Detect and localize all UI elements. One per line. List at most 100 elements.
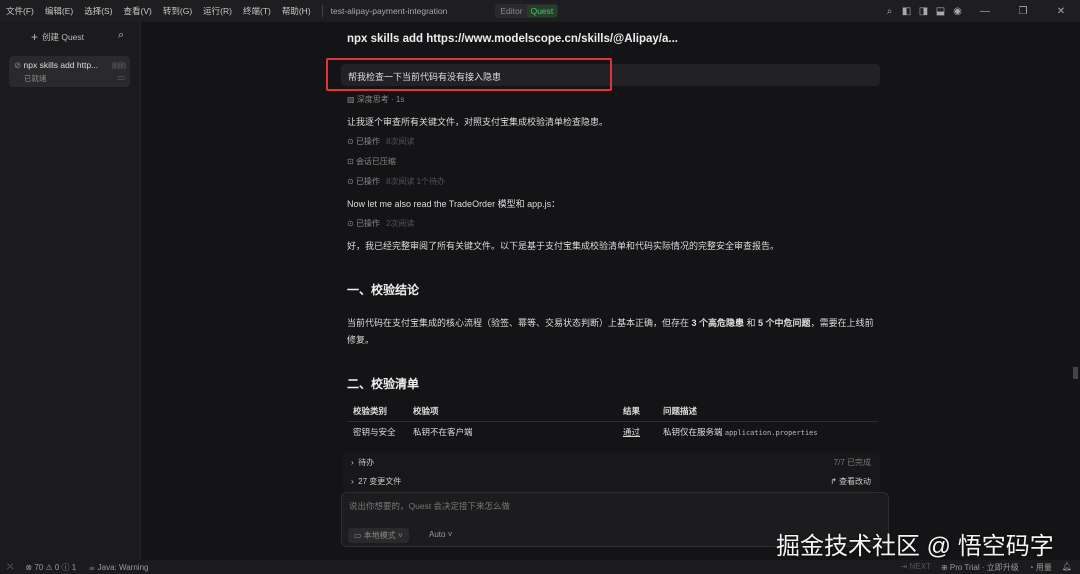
conclusion-paragraph: 当前代码在支付宝集成的核心流程（验签、幂等、交易状态判断）上基本正确，但存在 3… — [347, 315, 880, 349]
op-label: 已操作 — [355, 219, 380, 228]
project-name: test-alipay-payment-integration — [330, 6, 448, 16]
editor-mode-tab[interactable]: Editor — [496, 5, 526, 17]
menu-edit[interactable]: 编辑(E) — [45, 6, 73, 16]
create-quest-label: 创建 Quest — [41, 31, 85, 42]
operation-summary[interactable]: ⊙ 已操作 8次阅读 1个待办 — [347, 176, 445, 187]
scrollbar[interactable] — [1073, 367, 1078, 379]
cell: 私钥仅在服务端 application.properties — [657, 422, 878, 443]
text: 和 — [744, 318, 759, 328]
op-detail: 8次阅读 — [385, 137, 415, 146]
compressed-label: 会话已压缩 — [355, 157, 396, 166]
search-icon[interactable]: ⌕ — [881, 6, 898, 17]
col-header: 问题描述 — [657, 401, 878, 422]
col-header: 校验项 — [407, 401, 617, 422]
menu-goto[interactable]: 转到(G) — [163, 6, 192, 16]
create-quest-button[interactable]: + 创建 Quest — [10, 28, 105, 45]
menu-file[interactable]: 文件(F) — [6, 6, 34, 16]
remote-icon[interactable]: ⤫ — [7, 562, 13, 572]
monitor-icon: ▭ — [354, 531, 362, 540]
checklist-table: 校验类别 校验项 结果 问题描述 密钥与安全 私钥不在客户端 通过 私钥仅在服务端 appl… — [347, 401, 878, 442]
quest-time: 刚刚 — [112, 63, 126, 70]
toggle-panel-icon[interactable]: ⬓ — [932, 6, 949, 17]
close-icon[interactable]: ✕ — [1042, 6, 1080, 17]
chevron-right-icon: › — [351, 477, 354, 486]
menu-run[interactable]: 运行(R) — [203, 6, 232, 16]
paragraph: 好，我已经完整审阅了所有关键文件。以下是基于支付宝集成校验清单和代码实际情况的完… — [347, 241, 780, 251]
usage-label: 用量 — [1035, 562, 1052, 572]
thinking-toggle[interactable]: ▨ 深度思考 · 1s — [347, 94, 404, 105]
cell: 密钥与安全 — [353, 427, 396, 437]
quest-list-item[interactable]: ⊘ npx skills add http... 已就绪 刚刚 ▭ — [9, 56, 130, 87]
high-risk-count: 3 个高危隐患 — [691, 318, 745, 328]
status-bar: ⤫ ⊗ 70 ⚠ 0 ⓘ 1 ☕ Java: Warning ⇥ NEXT ⊕ … — [0, 560, 1080, 574]
usage-button[interactable]: ◔ 用量 — [1029, 562, 1052, 573]
cell: 私钥不在客户端 — [413, 427, 473, 437]
toggle-sidebar-icon[interactable]: ◧ — [898, 6, 915, 17]
section-heading: 二、校验清单 — [347, 377, 420, 391]
view-changes-button[interactable]: ↱ 查看改动 — [830, 476, 871, 487]
chevron-right-icon: › — [351, 458, 354, 467]
text: 当前代码在支付宝集成的核心流程（验签、幂等、交易状态判断）上基本正确，但存在 — [347, 318, 692, 328]
op-label: 已操作 — [355, 137, 380, 146]
brain-icon: ▨ — [347, 95, 355, 104]
warning-count: 0 — [54, 562, 60, 572]
check-circle-icon: ⊘ — [14, 60, 22, 70]
mode-label: 本地模式 — [363, 531, 396, 540]
todo-row[interactable]: › 待办 7/7 已完成 — [351, 457, 871, 468]
paragraph: Now let me also read the TradeOrder 模型和 … — [347, 199, 561, 209]
model-dropdown[interactable]: Auto ˅ — [429, 530, 452, 539]
check-circle-icon: ⊙ — [347, 177, 354, 186]
paragraph: 让我逐个审查所有关键文件，对照支付宝集成校验清单检查隐患。 — [347, 117, 609, 127]
local-mode-dropdown[interactable]: ▭ 本地模式 ˅ — [348, 528, 409, 543]
result-cell: 通过 — [623, 427, 641, 437]
menu-help[interactable]: 帮助(H) — [282, 6, 311, 16]
changed-files-row[interactable]: › 27 变更文件 ↱ 查看改动 — [351, 476, 871, 487]
java-status[interactable]: ☕ Java: Warning — [88, 563, 148, 572]
menu-terminal[interactable]: 终端(T) — [243, 6, 271, 16]
files-label: 27 变更文件 — [358, 477, 402, 486]
divider — [321, 5, 323, 17]
quest-summary-panel: › 待办 7/7 已完成 › 27 变更文件 ↱ 查看改动 — [343, 452, 880, 492]
menu-bar: 文件(F) 编辑(E) 选择(S) 查看(V) 转到(G) 运行(R) 终端(T) 帮助(H) — [6, 5, 322, 17]
todo-label: 待办 — [358, 458, 375, 467]
code: application.properties — [724, 429, 818, 437]
toggle-secondary-sidebar-icon[interactable]: ◨ — [915, 6, 932, 17]
quest-status: 已就绪 — [24, 74, 47, 83]
operation-summary[interactable]: ⊙ 已操作 2次阅读 — [347, 218, 414, 229]
next-button[interactable]: ⇥ NEXT — [901, 562, 931, 573]
account-icon[interactable]: ◉ — [949, 6, 966, 17]
op-label: 已操作 — [355, 177, 380, 186]
monitor-icon: ▭ — [117, 73, 125, 82]
table-header-row: 校验类别 校验项 结果 问题描述 — [347, 401, 878, 422]
col-header: 校验类别 — [347, 401, 407, 422]
op-detail: 8次阅读 1个待办 — [385, 177, 446, 186]
error-count: 70 — [34, 562, 44, 572]
pro-trial-button[interactable]: ⊕ Pro Trial · 立即升级 — [941, 562, 1019, 573]
minimize-icon[interactable]: — — [966, 6, 1004, 17]
info-count: 1 — [71, 562, 77, 572]
bell-icon[interactable]: 🔔︎ — [1062, 562, 1072, 573]
restore-icon[interactable]: ❐ — [1004, 6, 1042, 17]
quest-title-heading: npx skills add https://www.modelscope.cn… — [347, 33, 678, 45]
watermark: 掘金技术社区 @ 悟空码字 — [776, 533, 1054, 560]
op-detail: 2次阅读 — [385, 219, 415, 228]
mode-switch: Editor Quest — [495, 4, 559, 18]
quest-mode-tab[interactable]: Quest — [526, 5, 558, 17]
compressed-notice: ⊡ 会话已压缩 — [347, 156, 396, 167]
trial-label: Pro Trial · 立即升级 — [949, 562, 1019, 572]
search-icon[interactable]: ⌕ — [118, 29, 124, 42]
next-label: NEXT — [909, 561, 931, 571]
operation-summary[interactable]: ⊙ 已操作 8次阅读 — [347, 136, 414, 147]
window-controls: ⌕ ◧ ◨ ⬓ ◉ — ❐ ✕ — [881, 0, 1080, 22]
menu-view[interactable]: 查看(V) — [124, 6, 152, 16]
table-row: 密钥与安全 私钥不在客户端 通过 私钥仅在服务端 application.proper… — [347, 422, 878, 443]
plus-icon: + — [30, 29, 38, 44]
view-changes-label: 查看改动 — [839, 477, 871, 486]
java-label: Java: Warning — [97, 562, 149, 572]
quest-title: npx skills add http... — [23, 60, 99, 70]
todo-progress: 7/7 已完成 — [833, 458, 871, 467]
problems-indicator[interactable]: ⊗ 70 ⚠ 0 ⓘ 1 — [25, 562, 76, 573]
section-heading: 一、校验结论 — [347, 283, 420, 297]
medium-risk-count: 5 个中危问题 — [758, 318, 811, 328]
menu-select[interactable]: 选择(S) — [84, 6, 112, 16]
